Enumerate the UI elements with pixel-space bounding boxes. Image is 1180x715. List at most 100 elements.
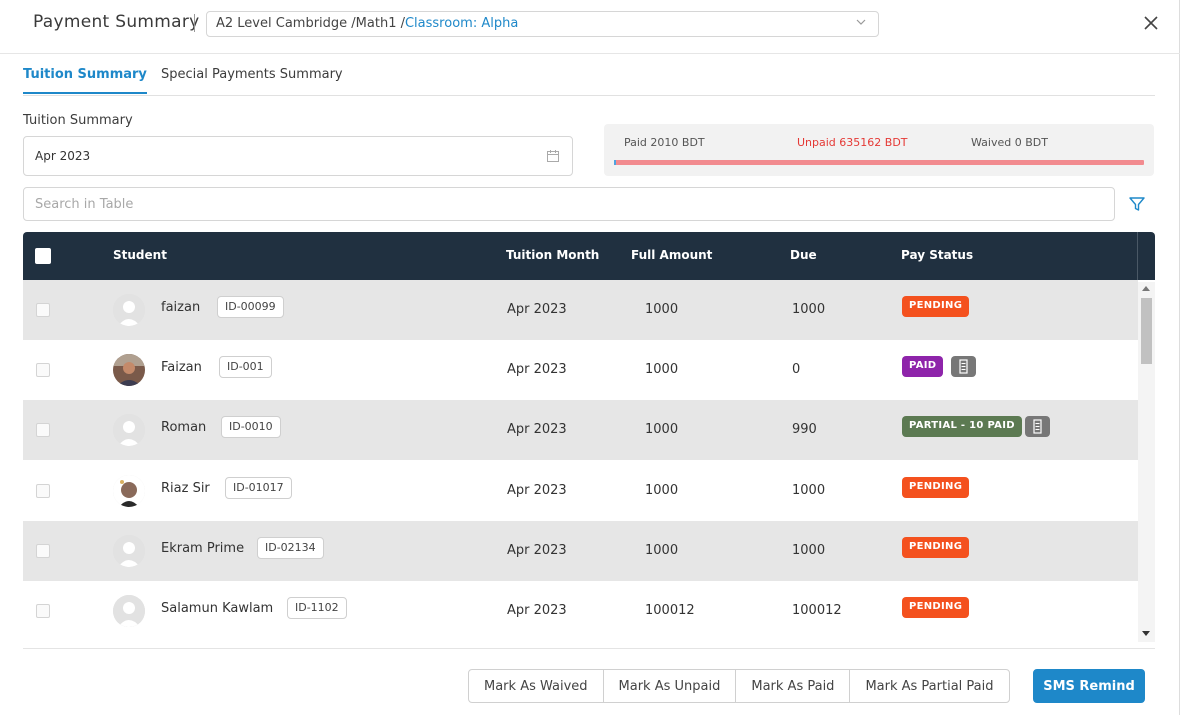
due-amount: 990 <box>792 422 817 437</box>
avatar <box>113 595 145 627</box>
due-amount: 1000 <box>792 483 826 498</box>
avatar <box>113 354 145 386</box>
tuition-table: Student Tuition Month Full Amount Due Pa… <box>23 232 1155 642</box>
receipt-button[interactable] <box>1025 416 1050 437</box>
student-id-tag: ID-001 <box>219 356 272 378</box>
paid-total: Paid 2010 BDT <box>624 136 705 149</box>
tuition-month: Apr 2023 <box>507 543 567 558</box>
receipt-icon <box>1033 419 1042 434</box>
tuition-month: Apr 2023 <box>507 603 567 618</box>
modal-header: Payment Summary A2 Level Cambridge /Math… <box>0 0 1180 54</box>
table-row[interactable]: Salamun Kawlam ID-1102 Apr 2023 100012 1… <box>23 581 1138 641</box>
search-input[interactable] <box>23 187 1115 221</box>
class-select[interactable]: A2 Level Cambridge /Math1 /Classroom: Al… <box>206 11 879 37</box>
scroll-up-arrow-icon[interactable] <box>1142 286 1150 291</box>
table-row[interactable]: Ekram Prime ID-02134 Apr 2023 1000 1000 … <box>23 521 1138 581</box>
table-body: faizan ID-00099 Apr 2023 1000 1000 PENDI… <box>23 280 1138 642</box>
filter-icon[interactable] <box>1128 195 1146 213</box>
row-checkbox[interactable] <box>36 423 50 437</box>
student-id-tag: ID-1102 <box>287 597 347 619</box>
receipt-icon <box>959 359 968 374</box>
class-path: A2 Level Cambridge /Math1 / <box>216 16 405 31</box>
student-id-tag: ID-02134 <box>257 537 324 559</box>
select-all-checkbox[interactable] <box>35 248 51 264</box>
modal-title: Payment Summary <box>33 12 200 32</box>
full-amount: 1000 <box>645 362 679 377</box>
tuition-month: Apr 2023 <box>507 483 567 498</box>
full-amount: 100012 <box>645 603 695 618</box>
footer-divider <box>23 648 1155 649</box>
column-header-pay-status[interactable]: Pay Status <box>901 248 973 262</box>
tuition-month: Apr 2023 <box>507 422 567 437</box>
student-name: Ekram Prime <box>161 541 245 556</box>
student-name: Salamun Kawlam <box>161 601 274 616</box>
student-name: Roman <box>161 420 207 435</box>
row-checkbox[interactable] <box>36 544 50 558</box>
sms-remind-button[interactable]: SMS Remind <box>1033 669 1145 703</box>
mark-as-waived-button[interactable]: Mark As Waived <box>468 669 604 703</box>
status-badge: PENDING <box>902 477 970 498</box>
mark-as-unpaid-button[interactable]: Mark As Unpaid <box>602 669 737 703</box>
row-checkbox[interactable] <box>36 604 50 618</box>
table-row[interactable]: Riaz Sir ID-01017 Apr 2023 1000 1000 PEN… <box>23 461 1138 521</box>
full-amount: 1000 <box>645 302 679 317</box>
student-name: Riaz Sir <box>161 481 210 496</box>
table-scrollbar[interactable] <box>1138 282 1155 642</box>
table-row[interactable]: faizan ID-00099 Apr 2023 1000 1000 PENDI… <box>23 280 1138 340</box>
column-header-student[interactable]: Student <box>113 248 167 262</box>
chevron-down-icon <box>856 19 866 25</box>
avatar <box>113 535 145 567</box>
due-amount: 100012 <box>792 603 842 618</box>
scrollbar-thumb[interactable] <box>1141 298 1152 364</box>
calendar-icon <box>547 150 559 162</box>
column-header-due[interactable]: Due <box>790 248 817 262</box>
month-picker-value: Apr 2023 <box>35 149 91 163</box>
receipt-button[interactable] <box>951 356 976 377</box>
status-badge: PAID <box>902 356 944 377</box>
tab-bar: Tuition Summary Special Payments Summary <box>23 56 1155 96</box>
student-name: faizan <box>161 300 201 315</box>
full-amount: 1000 <box>645 422 679 437</box>
status-badge: PENDING <box>902 537 970 558</box>
status-badge: PENDING <box>902 597 970 618</box>
student-id-tag: ID-00099 <box>217 296 284 318</box>
header-divider <box>1137 232 1138 280</box>
avatar <box>113 414 145 446</box>
tuition-month: Apr 2023 <box>507 302 567 317</box>
tab-tuition-summary[interactable]: Tuition Summary <box>23 67 147 94</box>
avatar <box>113 294 145 326</box>
mark-as-partial-paid-button[interactable]: Mark As Partial Paid <box>849 669 1010 703</box>
payment-summary-modal: Payment Summary A2 Level Cambridge /Math… <box>0 0 1180 715</box>
row-checkbox[interactable] <box>36 484 50 498</box>
payment-progress-bar <box>614 160 1144 165</box>
full-amount: 1000 <box>645 543 679 558</box>
full-amount: 1000 <box>645 483 679 498</box>
table-row[interactable]: Faizan ID-001 Apr 2023 1000 0 PAID <box>23 340 1138 400</box>
close-icon[interactable] <box>1140 12 1162 34</box>
due-amount: 1000 <box>792 543 826 558</box>
column-header-tuition-month[interactable]: Tuition Month <box>506 248 599 262</box>
unpaid-total: Unpaid 635162 BDT <box>797 136 908 149</box>
due-amount: 1000 <box>792 302 826 317</box>
scroll-down-arrow-icon[interactable] <box>1142 631 1150 636</box>
tab-special-payments-summary[interactable]: Special Payments Summary <box>161 67 343 82</box>
student-id-tag: ID-01017 <box>225 477 292 499</box>
payment-summary-box: Paid 2010 BDT Unpaid 635162 BDT Waived 0… <box>604 124 1154 176</box>
column-header-full-amount[interactable]: Full Amount <box>631 248 712 262</box>
student-id-tag: ID-0010 <box>221 416 281 438</box>
classroom-name: Classroom: Alpha <box>404 16 519 31</box>
month-picker[interactable]: Apr 2023 <box>23 136 573 176</box>
section-label: Tuition Summary <box>23 113 133 128</box>
mark-actions-group: Mark As Waived Mark As Unpaid Mark As Pa… <box>468 669 1010 703</box>
mark-as-paid-button[interactable]: Mark As Paid <box>735 669 851 703</box>
row-checkbox[interactable] <box>36 363 50 377</box>
row-checkbox[interactable] <box>36 303 50 317</box>
tuition-month: Apr 2023 <box>507 362 567 377</box>
table-row[interactable]: Roman ID-0010 Apr 2023 1000 990 PARTIAL … <box>23 400 1138 460</box>
title-divider <box>194 14 195 32</box>
status-badge: PARTIAL - 10 PAID <box>902 416 1022 437</box>
paid-progress-fill <box>614 160 616 165</box>
student-name: Faizan <box>161 360 202 375</box>
status-badge: PENDING <box>902 296 970 317</box>
avatar <box>113 475 145 507</box>
